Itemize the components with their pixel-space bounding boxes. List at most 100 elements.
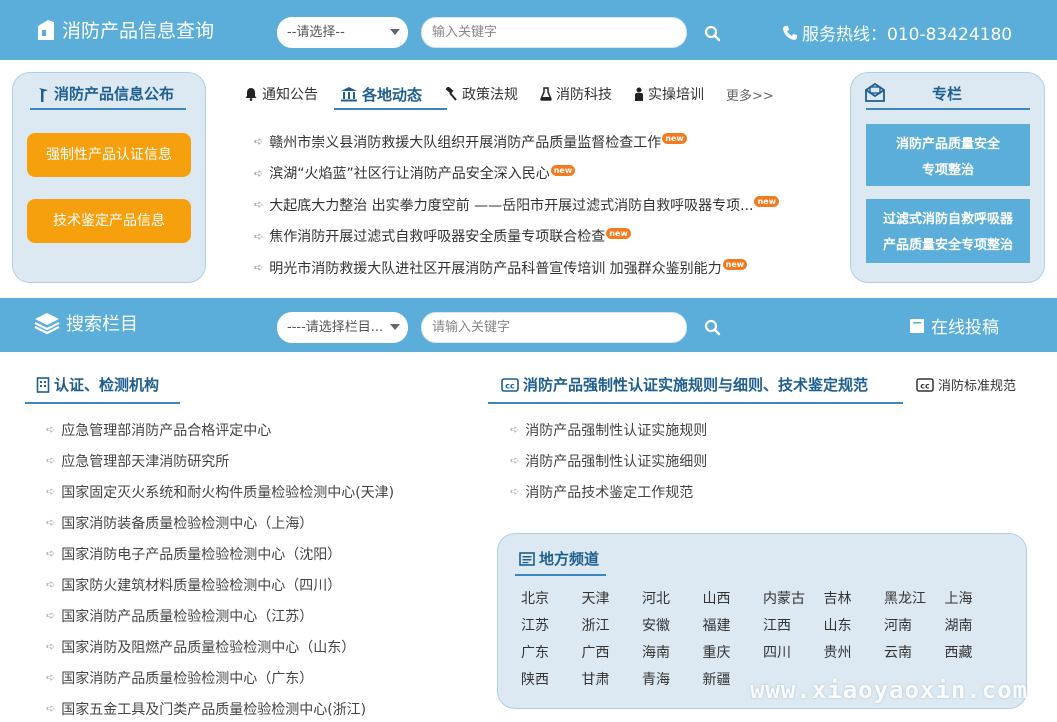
- institutions-list: ➪ 应急管理部消防产品合格评定中心 ➪ 应急管理部天津消防研究所 ➪ 国家固定灭火系统…: [46, 414, 394, 722]
- news-item[interactable]: ➪ 焦作消防开展过滤式自救呼吸器安全质量专项联合检查 new: [254, 221, 814, 253]
- button-line-1: 消防产品质量安全: [895, 137, 1000, 152]
- cc-icon: cc: [916, 377, 934, 392]
- svg-text:cc: cc: [505, 381, 515, 390]
- news-item[interactable]: ➪ 大起底大力整治 出实拳力度空前 ——岳阳市开展过滤式消防自救呼吸器专项...…: [254, 189, 814, 221]
- region-link[interactable]: 西藏: [945, 640, 1006, 667]
- region-link[interactable]: 北京: [521, 586, 582, 613]
- tab-fire-tech[interactable]: 消防科技: [540, 84, 612, 104]
- region-link[interactable]: 贵州: [824, 640, 885, 667]
- region-link[interactable]: 天津: [582, 586, 643, 613]
- tab-policies[interactable]: 政策法规: [444, 84, 518, 104]
- category-select[interactable]: --请选择--: [277, 17, 408, 48]
- site-logo[interactable]: 消防产品信息查询: [36, 16, 214, 43]
- arrow-icon: ➪: [254, 135, 264, 149]
- region-link[interactable]: 湖南: [945, 613, 1006, 640]
- new-badge: new: [606, 227, 631, 239]
- region-link[interactable]: 青海: [642, 667, 703, 694]
- list-item-text: 国家消防装备质量检验检测中心（上海）: [61, 515, 314, 532]
- region-link[interactable]: 江西: [763, 613, 824, 640]
- list-item[interactable]: ➪ 国家消防装备质量检验检测中心（上海）: [46, 507, 394, 538]
- region-link[interactable]: 黑龙江: [884, 586, 945, 613]
- list-item[interactable]: ➪ 国家固定灭火系统和耐火构件质量检验检测中心(天津): [46, 476, 394, 507]
- button-line-1: 过滤式消防自救呼吸器: [882, 212, 1013, 227]
- column-search-placeholder: 请输入关键字: [432, 320, 511, 335]
- news-item[interactable]: ➪ 明光市消防救援大队进社区开展消防产品科普宣传培训 加强群众鉴别能力 new: [254, 252, 814, 284]
- list-item[interactable]: ➪ 应急管理部消防产品合格评定中心: [46, 414, 394, 445]
- region-link[interactable]: 吉林: [824, 586, 885, 613]
- info-publish-title: 消防产品信息公布: [36, 83, 174, 104]
- tab-local-news-label: 各地动态: [362, 85, 423, 104]
- tech-appraisal-info-button[interactable]: 技术鉴定产品信息: [27, 199, 191, 243]
- region-link[interactable]: 山西: [703, 586, 764, 613]
- list-item-text: 国家固定灭火系统和耐火构件质量检验检测中心(天津): [61, 484, 395, 501]
- arrow-icon: ➪: [510, 454, 520, 467]
- list-item[interactable]: ➪ 国家消防产品质量检验检测中心（广东）: [46, 662, 394, 693]
- search-icon[interactable]: [703, 318, 723, 338]
- news-item-title: 大起底大力整治 出实拳力度空前 ——岳阳市开展过滤式消防自救呼吸器专项...: [269, 197, 754, 214]
- region-link[interactable]: 上海: [945, 586, 1006, 613]
- search-input[interactable]: 输入关键字: [421, 17, 687, 48]
- arrow-icon: ➪: [46, 516, 56, 529]
- special-column-title: 专栏: [932, 85, 963, 103]
- region-link[interactable]: 安徽: [642, 613, 703, 640]
- online-submit-text: 在线投稿: [931, 318, 999, 338]
- institutions-title-text: 认证、检测机构: [54, 376, 160, 394]
- online-submit-link[interactable]: 在线投稿: [909, 313, 999, 338]
- region-link[interactable]: 广西: [582, 640, 643, 667]
- flask-icon: [540, 87, 552, 101]
- list-item-text: 消防产品强制性认证实施规则: [525, 422, 708, 439]
- person-icon: [635, 87, 644, 101]
- list-item[interactable]: ➪ 国家防火建筑材料质量检验检测中心（四川）: [46, 569, 394, 600]
- building-list-icon: [36, 376, 50, 393]
- quality-safety-rectification-button[interactable]: 消防产品质量安全 专项整治: [866, 124, 1030, 186]
- tab-training[interactable]: 实操培训: [634, 84, 704, 104]
- list-item[interactable]: ➪ 国家消防及阻燃产品质量检验检测中心（山东）: [46, 631, 394, 662]
- fire-standards-link[interactable]: cc 消防标准规范: [916, 375, 1016, 394]
- ccc-cert-info-button[interactable]: 强制性产品认证信息: [27, 133, 191, 177]
- search-icon[interactable]: [703, 24, 723, 44]
- list-item[interactable]: ➪ 消防产品技术鉴定工作规范: [510, 476, 707, 507]
- respirator-rectification-button[interactable]: 过滤式消防自救呼吸器 产品质量安全专项整治: [866, 199, 1030, 263]
- region-link[interactable]: 江苏: [521, 613, 582, 640]
- region-link[interactable]: 重庆: [703, 640, 764, 667]
- list-item[interactable]: ➪ 国家消防产品质量检验检测中心（江苏）: [46, 600, 394, 631]
- region-link[interactable]: 浙江: [582, 613, 643, 640]
- news-item[interactable]: ➪ 赣州市崇义县消防救援大队组织开展消防产品质量监督检查工作 new: [254, 126, 814, 158]
- region-link[interactable]: 海南: [642, 640, 703, 667]
- column-search-input[interactable]: 请输入关键字: [421, 312, 687, 343]
- news-item[interactable]: ➪ 滨湖“火焰蓝”社区行让消防产品安全深入民心 new: [254, 158, 814, 190]
- list-item[interactable]: ➪ 消防产品强制性认证实施细则: [510, 445, 707, 476]
- info-publish-title-text: 消防产品信息公布: [54, 85, 175, 103]
- region-link[interactable]: 内蒙古: [763, 586, 824, 613]
- news-item-title: 明光市消防救援大队进社区开展消防产品科普宣传培训 加强群众鉴别能力: [269, 260, 722, 277]
- region-link[interactable]: 云南: [884, 640, 945, 667]
- column-search-title-text: 搜索栏目: [66, 314, 138, 335]
- list-item[interactable]: ➪ 国家消防电子产品质量检验检测中心（沈阳）: [46, 538, 394, 569]
- tab-local-news[interactable]: 各地动态: [340, 84, 422, 105]
- list-item-text: 国家消防及阻燃产品质量检验检测中心（山东）: [61, 639, 356, 656]
- list-item[interactable]: ➪ 国家五金工具及门类产品质量检验检测中心(浙江): [46, 693, 394, 722]
- new-badge: new: [662, 133, 687, 145]
- top-bar: 消防产品信息查询 --请选择-- 输入关键字 服务热线：010-83424180: [0, 0, 1057, 60]
- region-link[interactable]: 福建: [703, 613, 764, 640]
- rules-title-text: 消防产品强制性认证实施规则与细则、技术鉴定规范: [523, 376, 869, 394]
- button-line-2: 专项整治: [921, 163, 974, 178]
- region-link[interactable]: 四川: [763, 640, 824, 667]
- region-link[interactable]: 陕西: [521, 667, 582, 694]
- region-link[interactable]: 山东: [824, 613, 885, 640]
- region-link[interactable]: 甘肃: [582, 667, 643, 694]
- list-item[interactable]: ➪ 应急管理部天津消防研究所: [46, 445, 394, 476]
- title-underline: [866, 108, 1030, 110]
- region-link[interactable]: 广东: [521, 640, 582, 667]
- more-link[interactable]: 更多>>: [726, 85, 774, 104]
- region-link[interactable]: 河南: [884, 613, 945, 640]
- column-select[interactable]: ----请选择栏目...: [277, 312, 408, 343]
- tab-fire-tech-label: 消防科技: [556, 87, 613, 103]
- list-item-text: 国家消防电子产品质量检验检测中心（沈阳）: [61, 546, 342, 563]
- region-link[interactable]: 河北: [642, 586, 703, 613]
- list-item[interactable]: ➪ 消防产品强制性认证实施规则: [510, 414, 707, 445]
- tab-notices[interactable]: 通知公告: [244, 84, 318, 104]
- watermark: www.xiaoyaoxin.com: [750, 676, 1029, 704]
- column-search-bar: 搜索栏目 ----请选择栏目... 请输入关键字 在线投稿: [0, 298, 1057, 352]
- category-select-value: --请选择--: [287, 25, 345, 40]
